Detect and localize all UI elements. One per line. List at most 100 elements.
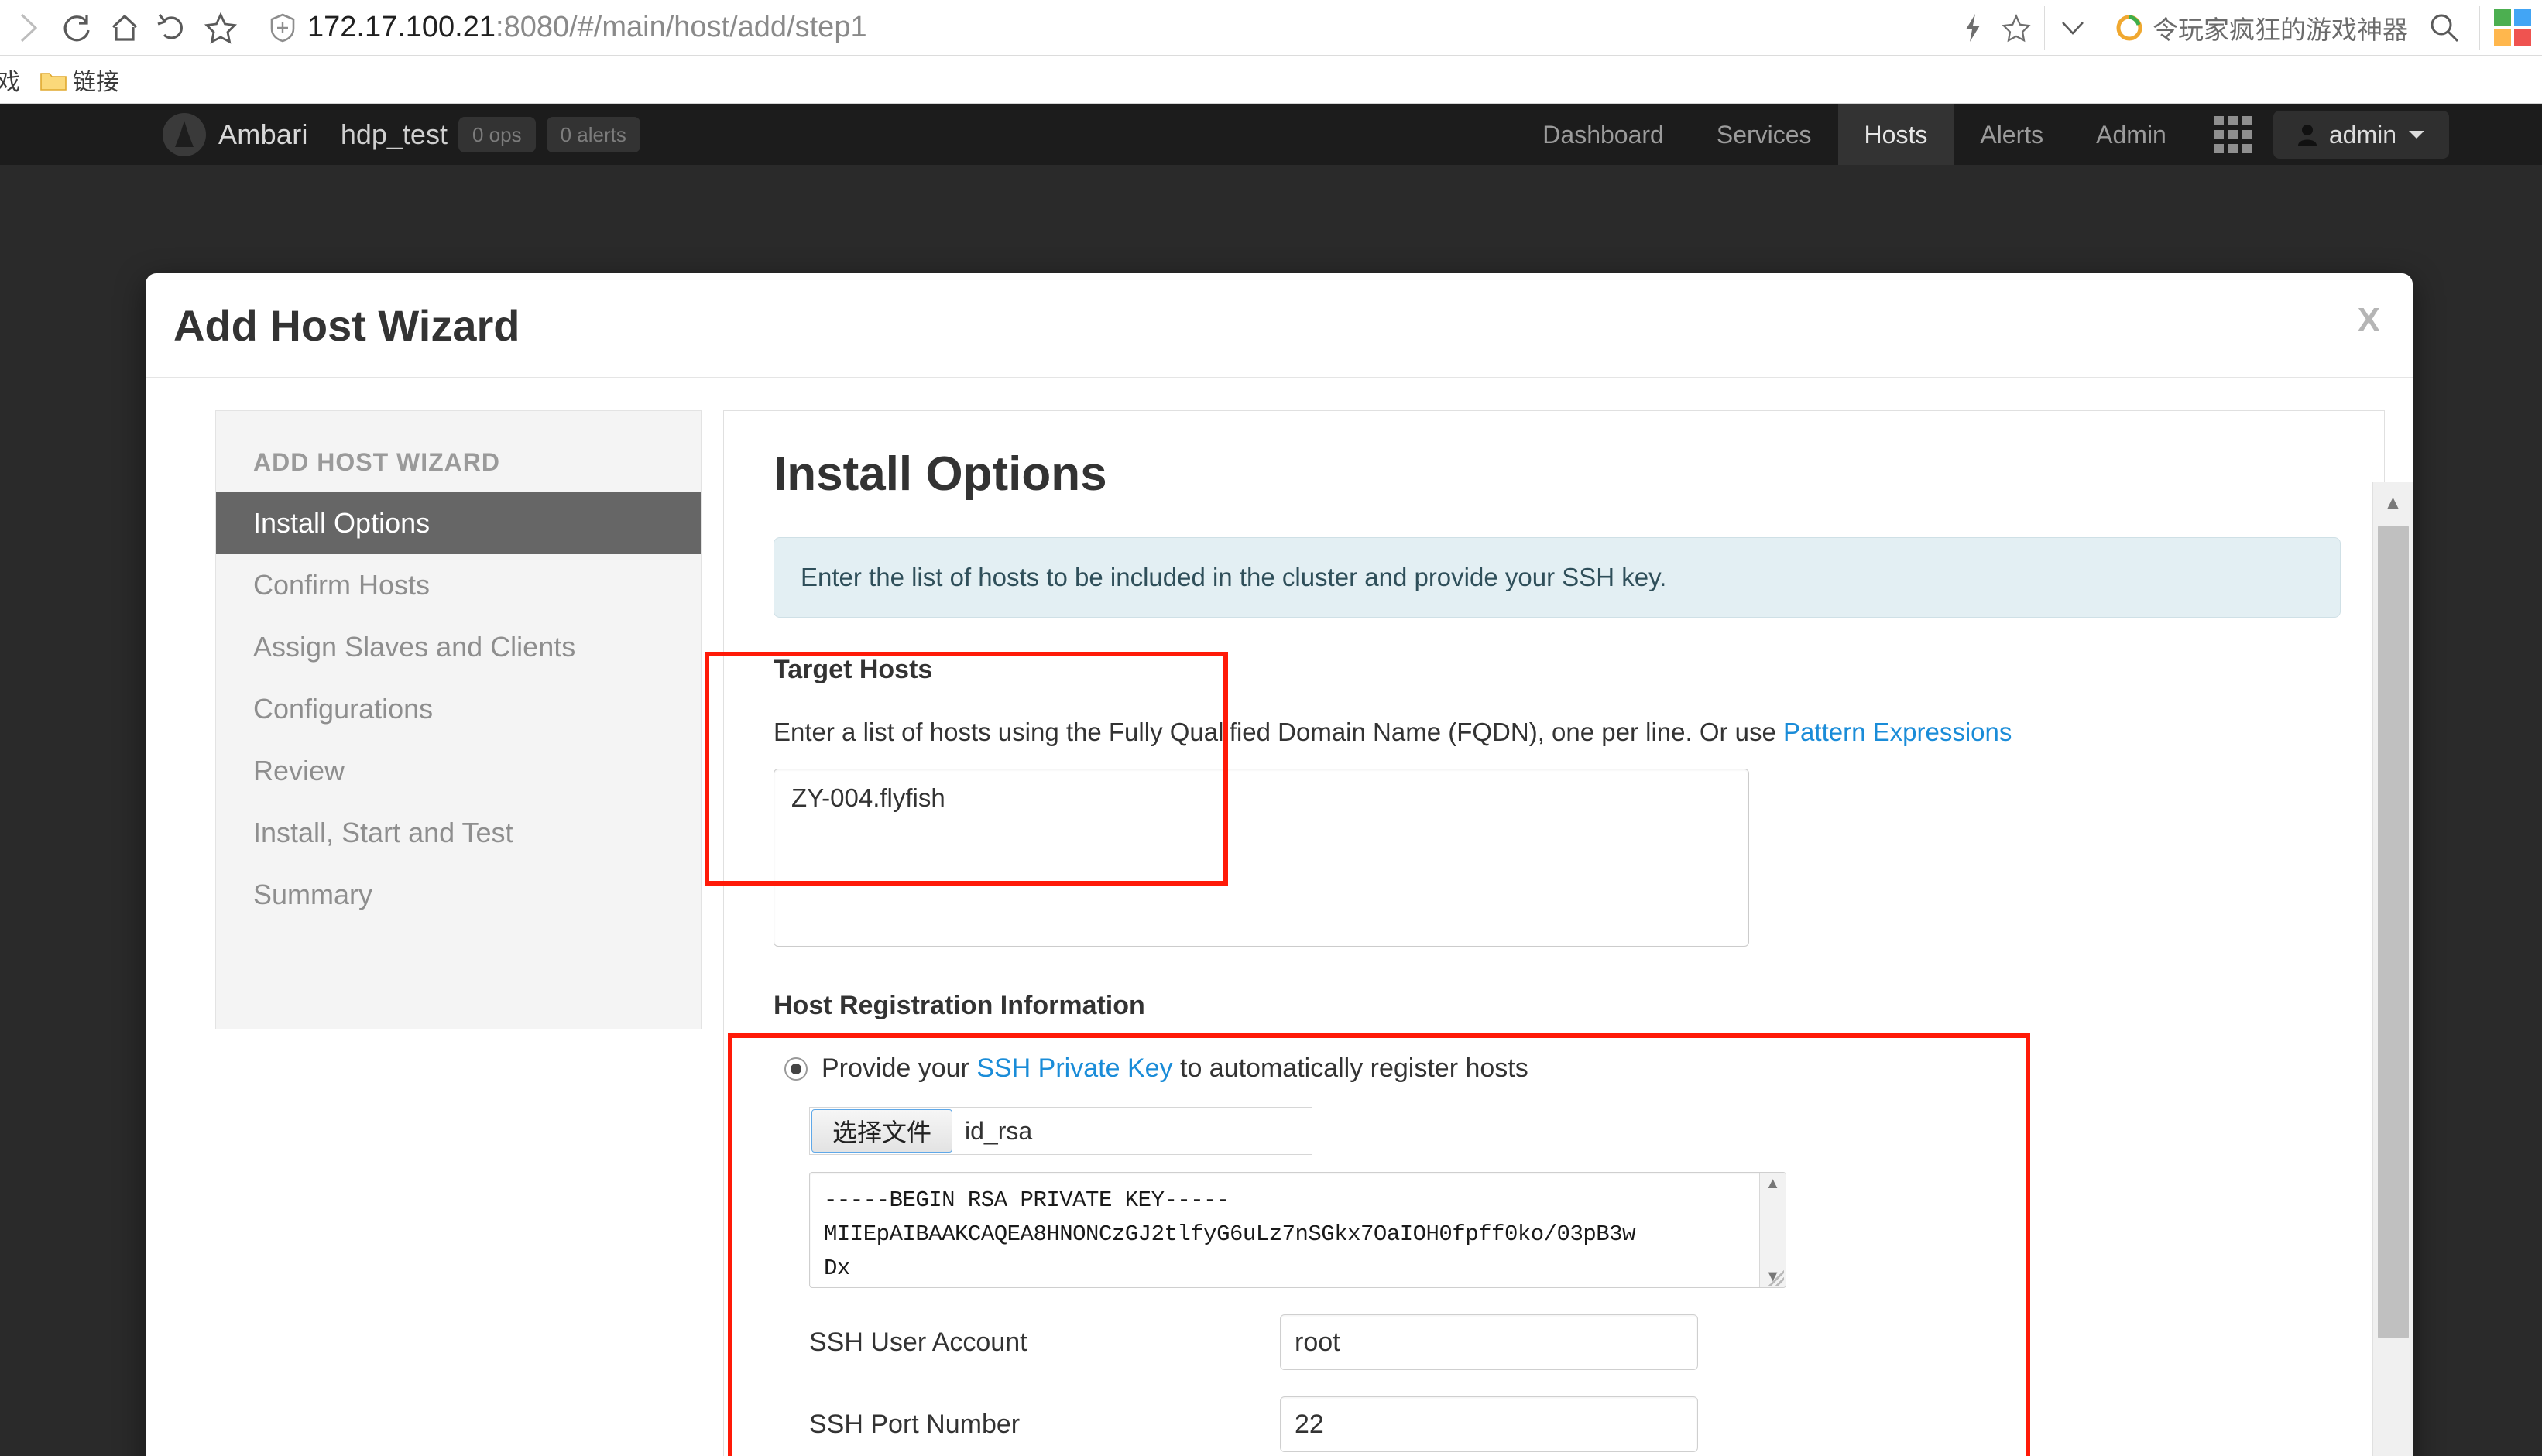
browser-nav-icons bbox=[0, 4, 245, 52]
lightning-icon[interactable] bbox=[1951, 0, 1995, 56]
host-registration-section: Host Registration Information Provide yo… bbox=[774, 991, 2341, 1456]
choose-file-button[interactable]: 选择文件 bbox=[811, 1109, 952, 1153]
nav-item-alerts[interactable]: Alerts bbox=[1954, 104, 2070, 165]
toolbar-divider-2 bbox=[2044, 5, 2045, 50]
opera-o-icon bbox=[2116, 15, 2142, 40]
ssh-key-radio[interactable] bbox=[784, 1057, 808, 1081]
modal-body: ADD HOST WIZARD Install Options Confirm … bbox=[146, 378, 2413, 1456]
home-icon[interactable] bbox=[101, 4, 149, 52]
ssh-private-key-link[interactable]: SSH Private Key bbox=[976, 1053, 1172, 1083]
color-grid-icon[interactable] bbox=[2494, 9, 2531, 46]
wizard-content-panel: Install Options Enter the list of hosts … bbox=[723, 410, 2385, 1456]
browser-toolbar: 172.17.100.21:8080/#/main/host/add/step1… bbox=[0, 0, 2542, 56]
chosen-file-name: id_rsa bbox=[965, 1116, 1033, 1145]
url-path: :8080/#/main/host/add/step1 bbox=[496, 11, 867, 43]
color-swatch-green bbox=[2494, 9, 2511, 26]
chevron-down-icon bbox=[2409, 131, 2424, 139]
ssh-key-radio-row[interactable]: Provide your SSH Private Key to automati… bbox=[784, 1053, 2341, 1084]
nav-item-dashboard[interactable]: Dashboard bbox=[1516, 104, 1690, 165]
ssh-port-number-row: SSH Port Number bbox=[809, 1396, 2341, 1452]
ambari-nav-links: Dashboard Services Hosts Alerts Admin ad… bbox=[1516, 104, 2542, 165]
star-icon[interactable] bbox=[1995, 0, 2038, 56]
address-bar[interactable]: 172.17.100.21:8080/#/main/host/add/step1 bbox=[267, 5, 1951, 51]
alerts-badge[interactable]: 0 alerts bbox=[546, 117, 640, 152]
nav-item-services[interactable]: Services bbox=[1690, 104, 1838, 165]
nav-item-hosts[interactable]: Hosts bbox=[1837, 104, 1954, 165]
close-icon[interactable]: X bbox=[2358, 301, 2380, 340]
ambari-navbar: Ambari hdp_test 0 ops 0 alerts Dashboard… bbox=[0, 104, 2542, 165]
color-swatch-red bbox=[2514, 29, 2531, 46]
ssh-user-account-row: SSH User Account bbox=[809, 1314, 2341, 1370]
modal-header: Add Host Wizard X bbox=[146, 273, 2413, 378]
sidebar-item-install-options[interactable]: Install Options bbox=[216, 492, 701, 554]
search-icon[interactable] bbox=[2420, 4, 2468, 52]
ssh-user-account-input[interactable] bbox=[1280, 1314, 1698, 1370]
extension-search-box[interactable]: 令玩家疯狂的游戏神器 bbox=[2108, 0, 2473, 56]
reload-icon[interactable] bbox=[53, 4, 101, 52]
bookmarks-bar: 戏 链接 bbox=[0, 56, 2542, 104]
sidebar-item-summary[interactable]: Summary bbox=[216, 864, 701, 926]
color-swatch-blue bbox=[2514, 9, 2531, 26]
wizard-sidebar-heading: ADD HOST WIZARD bbox=[253, 448, 500, 476]
sidebar-item-confirm-hosts[interactable]: Confirm Hosts bbox=[216, 554, 701, 616]
ssh-radio-suffix: to automatically register hosts bbox=[1172, 1053, 1528, 1083]
color-swatch-orange bbox=[2494, 29, 2511, 46]
modal-scroll-thumb[interactable] bbox=[2378, 526, 2409, 1338]
nav-item-admin[interactable]: Admin bbox=[2070, 104, 2193, 165]
page-title: Install Options bbox=[774, 447, 1107, 501]
apps-grid-icon[interactable] bbox=[2213, 104, 2253, 165]
ssh-user-account-label: SSH User Account bbox=[809, 1327, 1027, 1357]
target-hosts-title: Target Hosts bbox=[774, 655, 933, 684]
ssh-key-radio-label: Provide your SSH Private Key to automati… bbox=[822, 1053, 1528, 1084]
ssh-key-file-picker[interactable]: 选择文件 id_rsa bbox=[809, 1107, 1312, 1155]
ssh-port-number-input[interactable] bbox=[1280, 1396, 1698, 1452]
undo-arrow-icon[interactable] bbox=[149, 4, 197, 52]
user-name-label: admin bbox=[2328, 120, 2396, 149]
ambari-brand-group: Ambari hdp_test 0 ops 0 alerts bbox=[163, 113, 640, 156]
user-icon bbox=[2297, 125, 2317, 146]
bookmark-star-icon[interactable] bbox=[197, 4, 245, 52]
ops-badge[interactable]: 0 ops bbox=[458, 117, 536, 152]
sidebar-item-configurations[interactable]: Configurations bbox=[216, 678, 701, 740]
info-banner: Enter the list of hosts to be included i… bbox=[774, 537, 2341, 618]
bookmark-item[interactable]: 链接 bbox=[40, 63, 119, 97]
modal-title: Add Host Wizard bbox=[173, 300, 520, 350]
toolbar-divider-4 bbox=[2479, 5, 2480, 50]
cluster-name-label[interactable]: hdp_test bbox=[341, 118, 448, 151]
browser-chrome: 172.17.100.21:8080/#/main/host/add/step1… bbox=[0, 0, 2542, 104]
extension-label: 令玩家疯狂的游戏神器 bbox=[2153, 15, 2408, 44]
scroll-up-icon[interactable]: ▲ bbox=[1765, 1176, 1781, 1191]
ssh-radio-prefix: Provide your bbox=[822, 1053, 977, 1083]
resize-handle-icon[interactable] bbox=[1768, 1270, 1784, 1286]
target-hosts-helper-text: Enter a list of hosts using the Fully Qu… bbox=[774, 718, 1784, 746]
user-menu-button[interactable]: admin bbox=[2273, 111, 2449, 159]
browser-toolbar-right: 令玩家疯狂的游戏神器 bbox=[1951, 0, 2542, 56]
pattern-expressions-link[interactable]: Pattern Expressions bbox=[1783, 718, 2012, 746]
modal-scrollbar[interactable]: ▲ ▼ bbox=[2372, 482, 2413, 1456]
ambari-brand-label[interactable]: Ambari bbox=[218, 118, 308, 151]
ssh-private-key-text: -----BEGIN RSA PRIVATE KEY----- MIIEpAIB… bbox=[824, 1187, 1635, 1282]
bookmark-label: 链接 bbox=[73, 69, 119, 95]
modal-scroll-up-icon[interactable]: ▲ bbox=[2383, 482, 2403, 522]
ambari-application: Ambari hdp_test 0 ops 0 alerts Dashboard… bbox=[0, 104, 2542, 1456]
add-host-wizard-modal: Add Host Wizard X ADD HOST WIZARD Instal… bbox=[146, 273, 2413, 1456]
target-hosts-input[interactable] bbox=[774, 769, 1749, 947]
sidebar-item-assign-slaves-and-clients[interactable]: Assign Slaves and Clients bbox=[216, 616, 701, 678]
bookmark-label: 戏 bbox=[0, 69, 20, 95]
url-text: 172.17.100.21:8080/#/main/host/add/step1 bbox=[307, 11, 867, 44]
forward-arrow-icon[interactable] bbox=[5, 4, 53, 52]
target-hosts-section: Target Hosts Enter a list of hosts using… bbox=[774, 655, 2341, 951]
content-inner: Install Options Enter the list of hosts … bbox=[724, 411, 2384, 1456]
wizard-steps-sidebar: ADD HOST WIZARD Install Options Confirm … bbox=[215, 410, 702, 1029]
sidebar-item-review[interactable]: Review bbox=[216, 740, 701, 802]
sidebar-item-install-start-and-test[interactable]: Install, Start and Test bbox=[216, 802, 701, 864]
target-hosts-helper: Enter a list of hosts using the Fully Qu… bbox=[774, 718, 2341, 747]
url-host: 172.17.100.21 bbox=[307, 11, 496, 43]
shield-icon bbox=[267, 12, 298, 43]
host-registration-title: Host Registration Information bbox=[774, 991, 1145, 1020]
ssh-port-number-label: SSH Port Number bbox=[809, 1409, 1021, 1439]
ssh-private-key-textarea[interactable]: -----BEGIN RSA PRIVATE KEY----- MIIEpAIB… bbox=[809, 1172, 1786, 1288]
bookmark-item[interactable]: 戏 bbox=[0, 63, 20, 97]
folder-icon bbox=[40, 69, 67, 91]
chevron-down-icon[interactable] bbox=[2051, 0, 2094, 56]
